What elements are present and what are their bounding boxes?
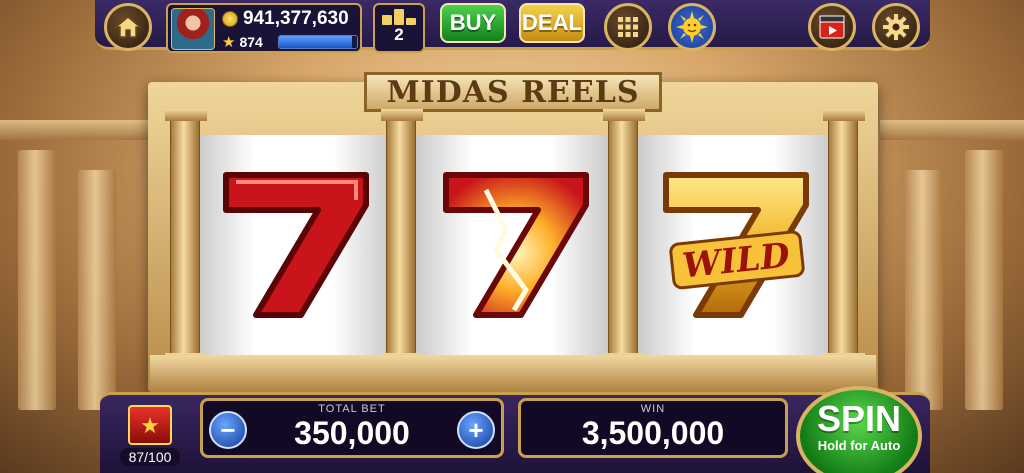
left-column [78, 170, 116, 410]
frame-pillar [381, 109, 423, 365]
right-temple-roof [880, 120, 1024, 140]
podium-icon [375, 9, 423, 25]
video-reward-button[interactable] [808, 3, 856, 51]
right-column [965, 150, 1003, 410]
gold-wild-seven-symbol: WILD [663, 172, 809, 318]
settings-button[interactable] [872, 3, 920, 51]
home-icon [115, 16, 141, 38]
leaderboard-rank: 2 [394, 25, 404, 44]
sun-bonus-button[interactable] [668, 3, 716, 51]
buy-button[interactable]: BUY [440, 3, 506, 43]
spin-label: SPIN [816, 398, 902, 439]
decrease-bet-button[interactable]: − [209, 411, 247, 449]
left-temple-roof [0, 120, 150, 140]
gift-progress-count: 87/100 [120, 448, 180, 466]
leaderboard-button[interactable]: 2 [373, 3, 425, 53]
games-menu-button[interactable] [604, 3, 652, 51]
avatar[interactable] [171, 8, 215, 50]
star-icon: ★ [222, 34, 236, 51]
player-level-value: 874 [239, 34, 263, 50]
deal-button[interactable]: DEAL [519, 3, 585, 43]
coin-icon [222, 11, 238, 27]
spin-button[interactable]: SPIN Hold for Auto [796, 386, 922, 473]
left-column [18, 150, 56, 410]
player-profile[interactable]: 941,377,630 ★ 874 [166, 3, 362, 53]
frame-pillar [603, 109, 645, 365]
red-seven-symbol [223, 172, 369, 318]
grid-icon [618, 17, 638, 37]
gift-box-icon [128, 405, 172, 445]
machine-title: MIDAS REELS [364, 72, 662, 112]
sun-icon [676, 11, 708, 43]
home-button[interactable] [104, 3, 152, 51]
spin-sub-label: Hold for Auto [817, 438, 901, 453]
frame-pillar [165, 109, 207, 365]
win-panel: WIN 3,500,000 [518, 398, 788, 458]
right-column [905, 170, 943, 410]
total-bet-label: TOTAL BET [318, 403, 386, 415]
gear-icon [883, 14, 909, 40]
frame-pillar [823, 109, 865, 365]
clapperboard-icon [819, 15, 845, 39]
xp-progress-bar [278, 35, 358, 49]
xp-progress-fill [279, 36, 352, 48]
player-level: ★ 874 [222, 33, 263, 51]
coin-balance: 941,377,630 [222, 8, 349, 30]
increase-bet-button[interactable]: + [457, 411, 495, 449]
wild-burst-seven-symbol [443, 172, 589, 318]
win-label: WIN [640, 403, 666, 415]
win-value: 3,500,000 [581, 415, 725, 451]
coin-balance-value: 941,377,630 [243, 8, 349, 29]
total-bet-panel: TOTAL BET 350,000 − + [200, 398, 504, 458]
gift-progress[interactable]: 87/100 [120, 405, 180, 467]
total-bet-value: 350,000 [294, 415, 410, 451]
machine-base [150, 355, 876, 395]
